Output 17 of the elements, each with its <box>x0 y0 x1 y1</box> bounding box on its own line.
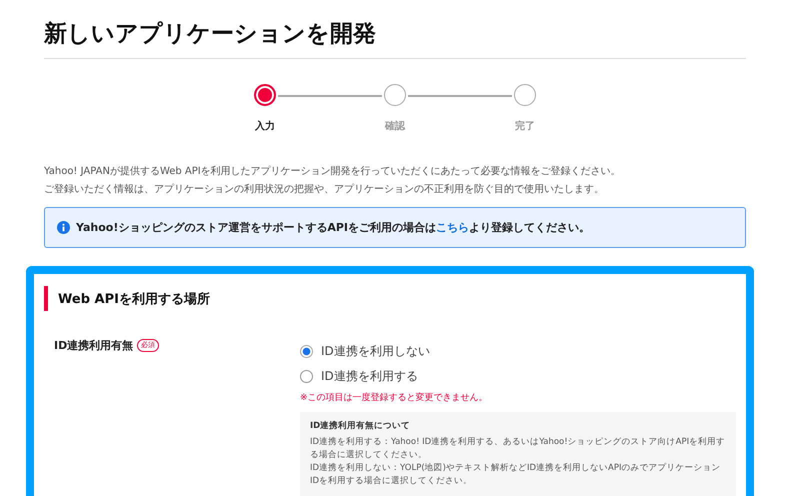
note-text: ID連携を利用しない：YOLP(地図)やテキスト解析などID連携を利用しないAPIのみでアプリケーションIDを利用する場合に選択してください。 <box>310 462 722 488</box>
radio-option[interactable]: ID連携を利用する <box>300 364 736 389</box>
step-label: 確認 <box>385 120 405 133</box>
info-text: Yahoo!ショッピングのストア運営をサポートするAPIをご利用の場合はこちら より登録してください。 <box>76 220 590 235</box>
intro-text: Yahoo! JAPANが提供するWeb APIを利用したアプリケーション開発を行っていただくにあたって必要な情報をご登録ください。 <box>44 164 622 179</box>
step-label: 入力 <box>255 120 275 133</box>
intro-text: ご登録いただく情報は、アプリケーションの利用状況の把握や、アプリケーションの不正利用を防ぐ目的で使用いたします。 <box>44 182 605 197</box>
here-link[interactable]: こちら <box>436 221 470 234</box>
step-label: 完了 <box>515 119 535 133</box>
field-label: ID連携利用有無 <box>54 339 134 353</box>
warning-text: ※この項目は一度登録すると変更できません。 <box>300 392 489 404</box>
section-heading: Web APIを利用する場所 <box>44 286 736 311</box>
radio-option[interactable]: ID連携を利用しない <box>300 339 736 364</box>
page-title: 新しいアプリケーションを開発 <box>44 18 746 59</box>
note-title: ID連携利用有無について <box>310 420 412 432</box>
note-text: ID連携を利用する：Yahoo! ID連携を利用する、あるいはYahoo!ショッピングのストア向けAPIを利用する場合に選択してください。 <box>310 436 726 462</box>
info-icon <box>57 221 70 234</box>
